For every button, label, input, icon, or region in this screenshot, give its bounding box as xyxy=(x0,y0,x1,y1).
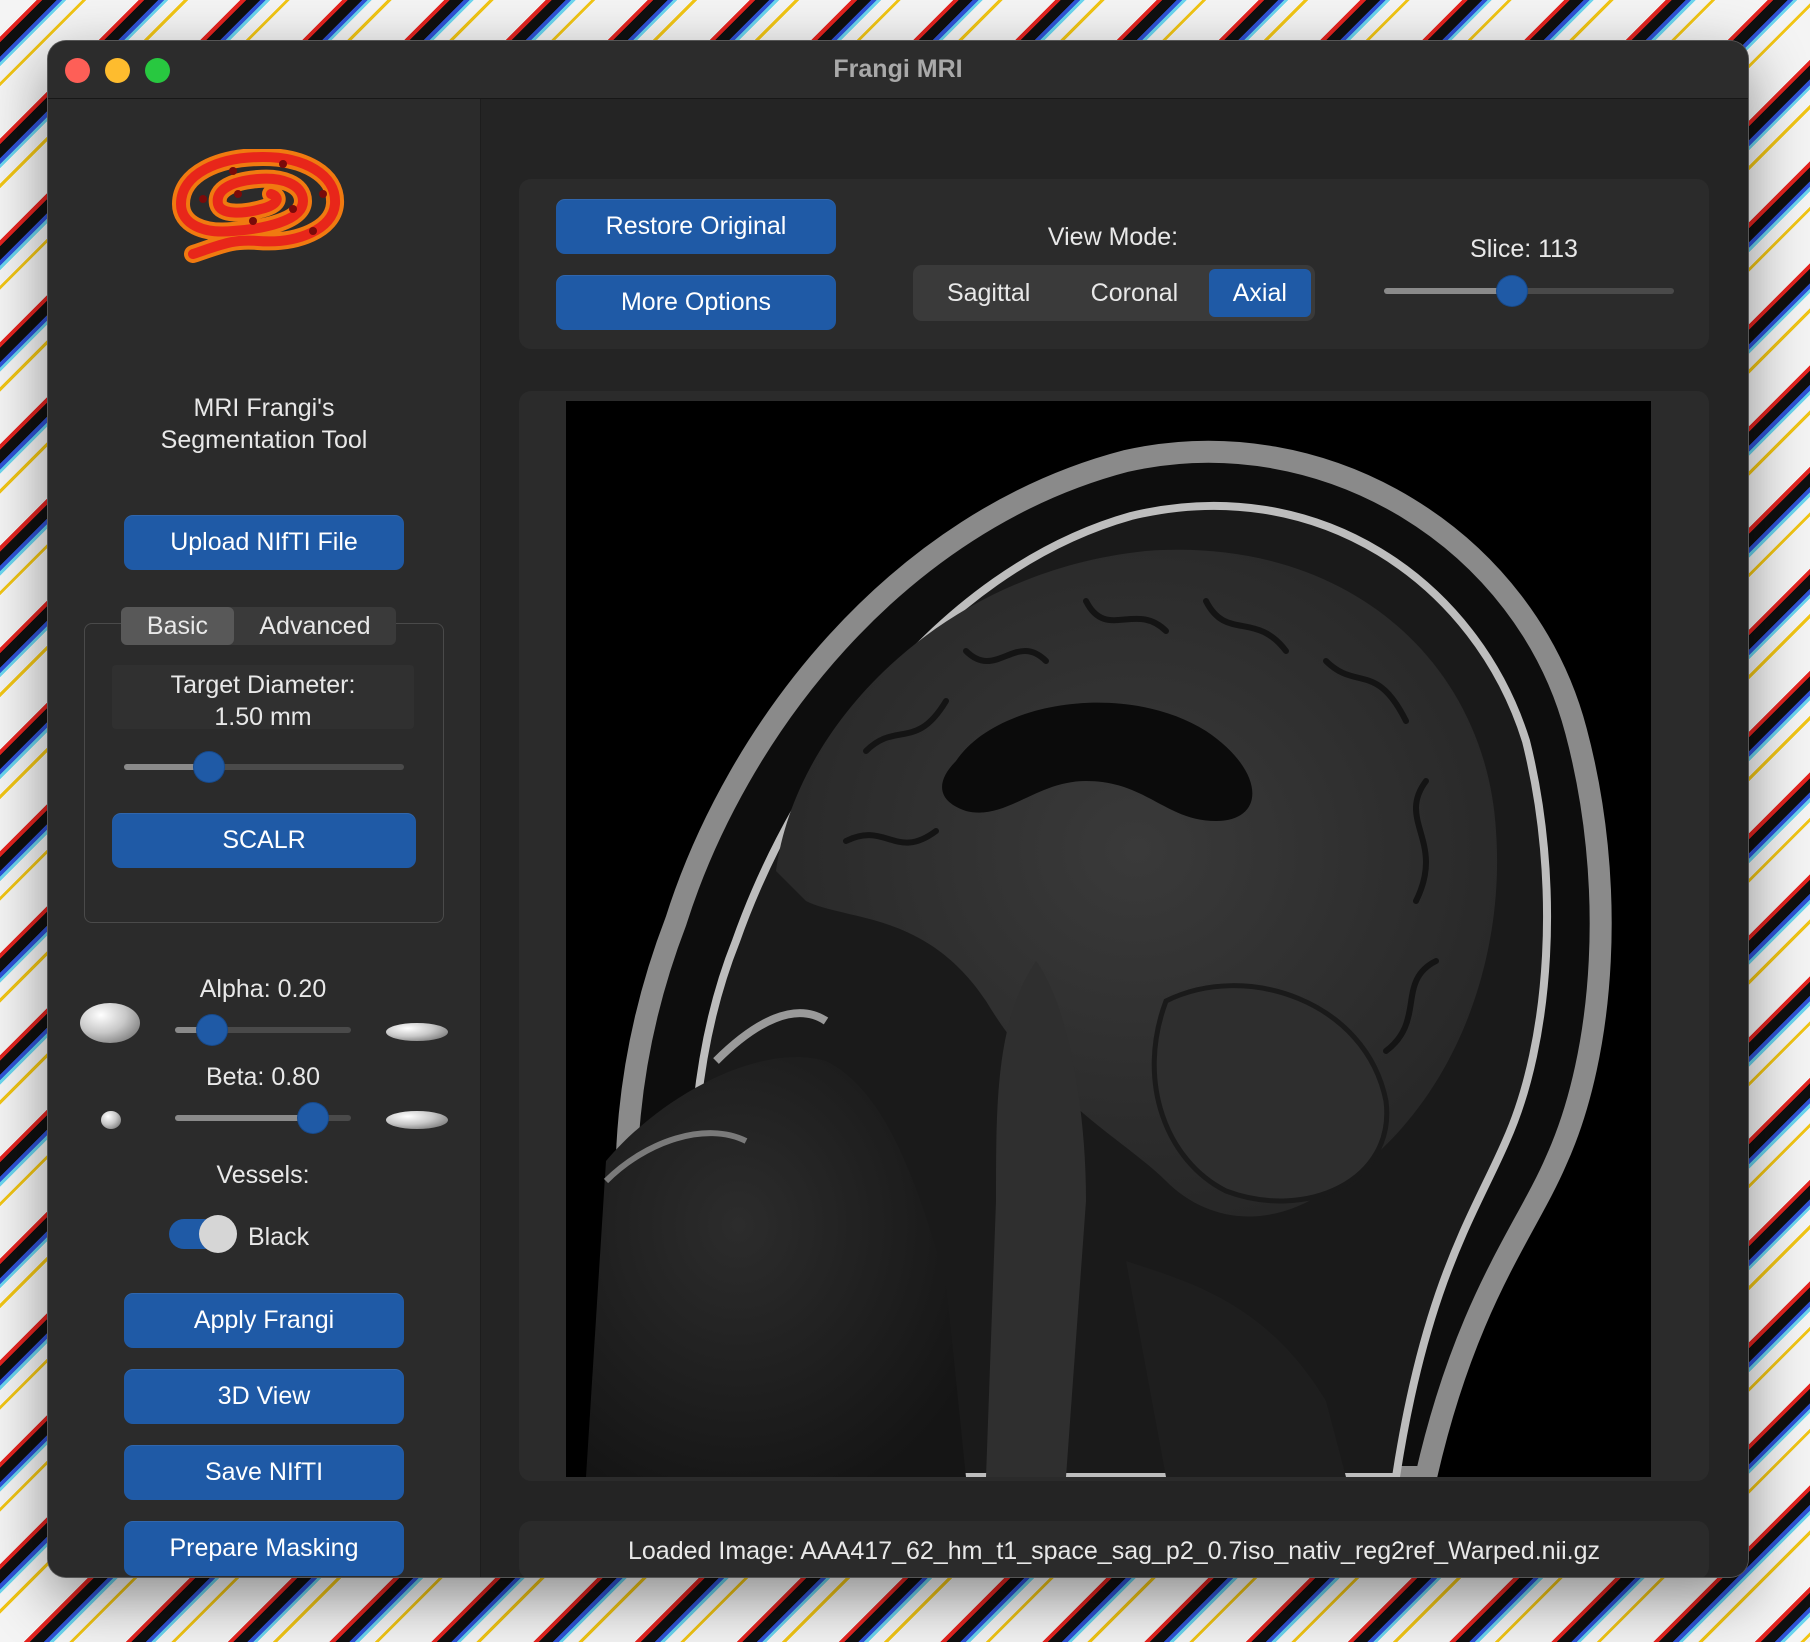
restore-original-button[interactable]: Restore Original xyxy=(556,199,836,254)
tab-basic[interactable]: Basic xyxy=(121,607,234,645)
app-window: Frangi MRI MRI Frangi's Segmentation Too… xyxy=(48,41,1748,1577)
view-mode-sagittal[interactable]: Sagittal xyxy=(917,269,1060,317)
more-options-button[interactable]: More Options xyxy=(556,275,836,330)
app-name-line1: MRI Frangi's xyxy=(193,394,335,422)
slice-slider[interactable] xyxy=(1384,276,1674,306)
flat-ellipsoid-icon xyxy=(386,1023,448,1041)
app-name-line2: Segmentation Tool xyxy=(160,426,368,454)
beta-slider-thumb[interactable] xyxy=(298,1103,328,1133)
slice-label: Slice: 113 xyxy=(1470,235,1578,263)
upload-nifti-button[interactable]: Upload NIfTI File xyxy=(124,515,404,570)
sidebar: MRI Frangi's Segmentation Tool Upload NI… xyxy=(48,99,481,1577)
alpha-slider[interactable] xyxy=(175,1015,351,1045)
view-mode-label: View Mode: xyxy=(1047,223,1179,251)
beta-slider[interactable] xyxy=(175,1103,351,1133)
title-bar: Frangi MRI xyxy=(48,41,1748,99)
tab-advanced[interactable]: Advanced xyxy=(234,607,396,645)
view-mode-coronal[interactable]: Coronal xyxy=(1060,269,1208,317)
vessels-toggle[interactable] xyxy=(169,1215,237,1253)
main-area: Restore Original More Options View Mode:… xyxy=(481,99,1748,1577)
alpha-slider-thumb[interactable] xyxy=(197,1015,227,1045)
target-diameter-label: Target Diameter: xyxy=(170,671,356,699)
3d-view-button[interactable]: 3D View xyxy=(124,1369,404,1424)
target-diameter-value: 1.50 mm xyxy=(214,703,312,731)
small-sphere-icon xyxy=(101,1111,121,1129)
apply-frangi-button[interactable]: Apply Frangi xyxy=(124,1293,404,1348)
elongated-ellipsoid-icon xyxy=(386,1111,448,1129)
vessels-toggle-label: Black xyxy=(248,1223,310,1251)
beta-label: Beta: 0.80 xyxy=(206,1063,320,1091)
mri-slice-drawing xyxy=(586,440,1612,1477)
window-title: Frangi MRI xyxy=(833,55,963,83)
vessels-label: Vessels: xyxy=(216,1161,310,1189)
view-mode-axial[interactable]: Axial xyxy=(1208,269,1311,317)
scalr-button[interactable]: SCALR xyxy=(112,813,416,868)
target-diameter-slider[interactable] xyxy=(124,752,404,782)
mri-slice-image[interactable] xyxy=(566,401,1651,1477)
vessels-toggle-knob xyxy=(199,1215,237,1253)
loaded-image-status: Loaded Image: AAA417_62_hm_t1_space_sag_… xyxy=(628,1537,1600,1565)
view-mode-segmented: Sagittal Coronal Axial xyxy=(913,265,1315,321)
slice-slider-thumb[interactable] xyxy=(1497,276,1527,306)
brain-logo-icon xyxy=(171,149,344,263)
alpha-label: Alpha: 0.20 xyxy=(199,975,327,1003)
save-nifti-button[interactable]: Save NIfTI xyxy=(124,1445,404,1500)
prepare-masking-button[interactable]: Prepare Masking xyxy=(124,1521,404,1576)
round-ellipsoid-icon xyxy=(80,1003,140,1043)
parameters-tabbar: Basic Advanced xyxy=(121,607,396,645)
target-diameter-slider-thumb[interactable] xyxy=(194,752,224,782)
